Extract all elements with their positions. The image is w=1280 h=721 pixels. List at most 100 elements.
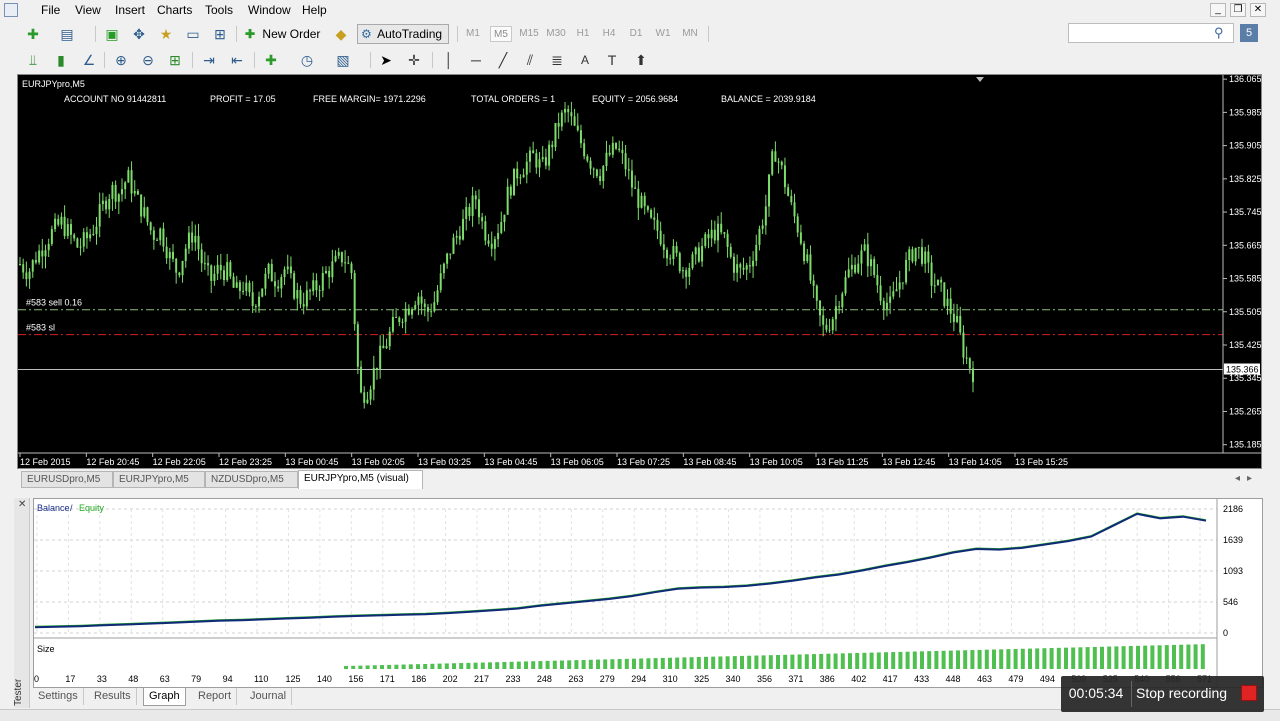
tab-results[interactable]: Results <box>89 688 137 705</box>
size-bar <box>840 653 845 669</box>
text-label-icon[interactable]: T <box>603 51 621 69</box>
timeframe-d1[interactable]: D1 <box>625 26 647 42</box>
fibonacci-icon[interactable]: ≣ <box>548 51 566 69</box>
graph-x-tick-label: 263 <box>568 674 583 684</box>
text-icon[interactable]: A <box>576 51 594 69</box>
app-icon <box>4 3 18 17</box>
strategy-tester-icon[interactable]: ⊞ <box>211 25 229 43</box>
market-watch-icon[interactable]: ▣ <box>103 25 121 43</box>
candles <box>19 101 974 409</box>
templates-icon[interactable]: ▧ <box>334 51 352 69</box>
close-button[interactable]: ✕ <box>1250 3 1266 17</box>
arrows-icon[interactable]: ⬆ <box>632 51 650 69</box>
search-icon[interactable]: ⚲ <box>1214 25 1230 41</box>
data-window-icon[interactable]: ✥ <box>130 25 148 43</box>
tab-eurjpy[interactable]: EURJPYpro,M5 <box>113 471 205 488</box>
price-chart[interactable]: 136.065 135.985 135.905 135.825 135.745 135.6… <box>17 74 1262 469</box>
candle-body <box>630 170 633 188</box>
timeframe-h1[interactable]: H1 <box>572 26 594 42</box>
timeframe-m5[interactable]: M5 <box>490 26 512 42</box>
zoom-in-icon[interactable]: ⊕ <box>112 51 130 69</box>
tab-eurjpy-visual[interactable]: EURJPYpro,M5 (visual) <box>298 470 423 489</box>
graph-x-tick-label: 448 <box>946 674 961 684</box>
crosshair-icon[interactable]: ✛ <box>405 51 423 69</box>
timeframe-mn[interactable]: MN <box>679 26 701 42</box>
line-chart-icon[interactable]: ∠ <box>80 51 98 69</box>
timeframe-m1[interactable]: M1 <box>462 26 484 42</box>
menu-insert[interactable]: Insert <box>115 3 145 17</box>
timeframe-h4[interactable]: H4 <box>598 26 620 42</box>
stop-icon[interactable] <box>1241 685 1257 701</box>
candle-body <box>261 288 264 297</box>
menu-view[interactable]: View <box>75 3 101 17</box>
search-input[interactable] <box>1068 23 1234 43</box>
terminal-icon[interactable]: ▭ <box>184 25 202 43</box>
size-bar <box>876 652 881 669</box>
vertical-line-icon[interactable]: │ <box>440 51 458 69</box>
tab-graph[interactable]: Graph <box>143 688 186 706</box>
candle-body <box>197 235 200 250</box>
candle-body <box>340 252 343 263</box>
new-chart-icon[interactable]: ✚ <box>24 25 42 43</box>
stop-recording-button[interactable]: Stop recording <box>1136 685 1227 701</box>
candle-body <box>717 223 720 241</box>
notifications-icon[interactable]: 5 <box>1240 24 1258 42</box>
minimize-button[interactable]: _ <box>1210 3 1226 17</box>
candle-body <box>908 249 911 260</box>
candle-body <box>930 262 933 286</box>
candle-body <box>66 224 69 236</box>
toolbar-separator <box>236 26 237 42</box>
menu-help[interactable]: Help <box>302 3 327 17</box>
tab-scroll-left-icon[interactable]: ◂ <box>1235 473 1240 484</box>
chart-shift-icon[interactable]: ⇤ <box>228 51 246 69</box>
tab-report[interactable]: Report <box>193 688 238 705</box>
candle-body <box>634 187 637 189</box>
profiles-icon[interactable]: ▤ <box>58 25 76 43</box>
periods-icon[interactable]: ◷ <box>298 51 316 69</box>
candle-body <box>309 290 312 292</box>
cursor-icon[interactable]: ➤ <box>377 51 395 69</box>
tester-close-icon[interactable]: ✕ <box>18 499 26 510</box>
new-order-button[interactable]: ✚ New Order <box>244 24 328 44</box>
indicators-icon[interactable]: ✚ <box>262 51 280 69</box>
menu-charts[interactable]: Charts <box>157 3 192 17</box>
candle-body <box>194 235 197 243</box>
candle-body <box>666 249 669 259</box>
auto-scroll-icon[interactable]: ⇥ <box>200 51 218 69</box>
candle-body <box>739 264 742 268</box>
candle-body <box>573 116 576 126</box>
equidistant-channel-icon[interactable]: ⫽ <box>521 51 539 69</box>
size-bar <box>380 665 384 669</box>
timeframe-m15[interactable]: M15 <box>518 26 540 42</box>
tab-nzdusd[interactable]: NZDUSDpro,M5 <box>205 471 298 488</box>
candle-body <box>646 206 649 210</box>
timeframe-w1[interactable]: W1 <box>652 26 674 42</box>
recording-overlay: 00:05:34 Stop recording <box>1061 676 1264 712</box>
candlestick-icon[interactable]: ▮ <box>52 51 70 69</box>
restore-button[interactable]: ❐ <box>1230 3 1246 17</box>
tab-scroll-right-icon[interactable]: ▸ <box>1247 473 1252 484</box>
candle-body <box>417 296 420 305</box>
size-bar <box>437 663 442 669</box>
tile-windows-icon[interactable]: ⊞ <box>166 51 184 69</box>
candle-body <box>745 265 748 270</box>
tab-settings[interactable]: Settings <box>33 688 84 705</box>
horizontal-line-icon[interactable]: ─ <box>467 51 485 69</box>
candle-body <box>819 300 822 316</box>
autotrading-button[interactable]: ⚙ AutoTrading <box>357 24 449 44</box>
tab-journal[interactable]: Journal <box>245 688 293 705</box>
menu-tools[interactable]: Tools <box>205 3 233 17</box>
scroll-marker-icon[interactable] <box>976 77 984 82</box>
bar-chart-icon[interactable]: ⫫ <box>24 51 42 69</box>
metaeditor-icon[interactable]: ◆ <box>332 25 350 43</box>
graph-x-tick-label: 156 <box>348 674 363 684</box>
navigator-icon[interactable]: ★ <box>157 25 175 43</box>
menu-window[interactable]: Window <box>248 3 291 17</box>
tab-eurusd[interactable]: EURUSDpro,M5 <box>21 471 113 488</box>
trendline-icon[interactable]: ╱ <box>494 51 512 69</box>
menu-file[interactable]: File <box>41 3 60 17</box>
timeframe-m30[interactable]: M30 <box>545 26 567 42</box>
legend-separator: / <box>70 503 73 513</box>
zoom-out-icon[interactable]: ⊖ <box>139 51 157 69</box>
candle-body <box>28 271 31 280</box>
